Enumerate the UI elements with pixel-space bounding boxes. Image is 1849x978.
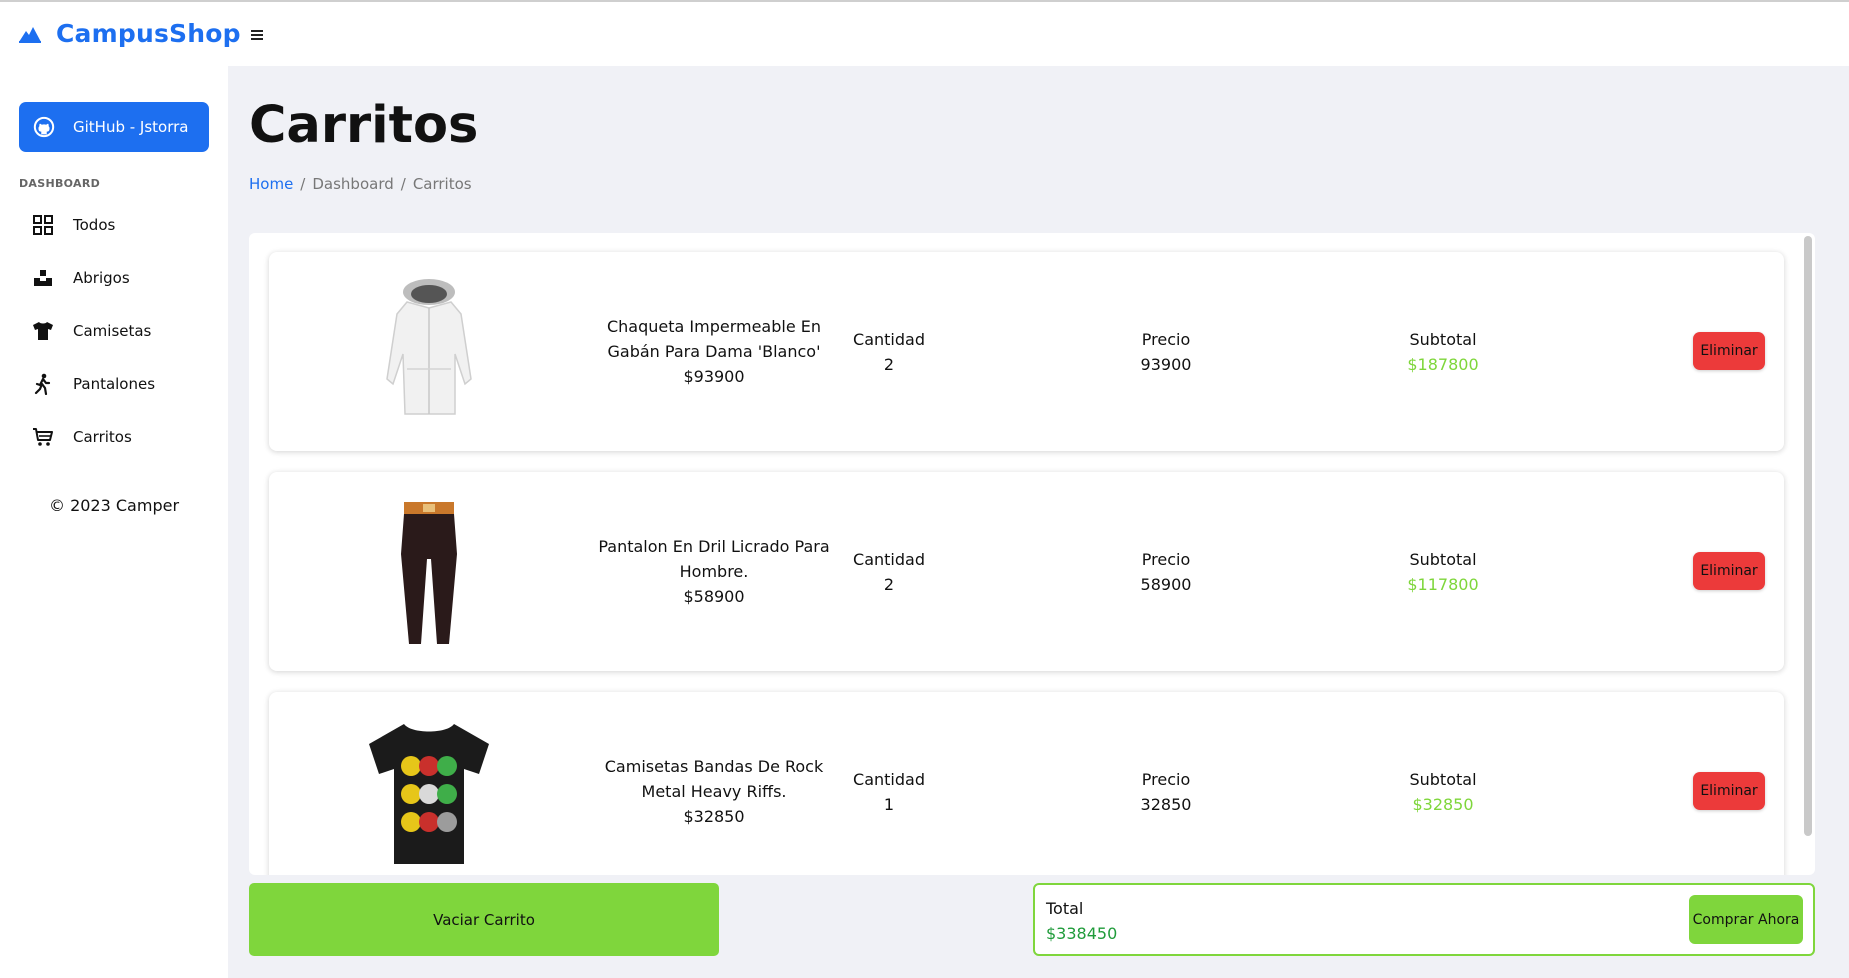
breadcrumb-separator: / <box>400 175 406 193</box>
github-button[interactable]: GitHub - Jstorra <box>19 102 209 152</box>
top-bar: CampusShop <box>0 0 1849 66</box>
box-icon <box>31 266 55 290</box>
section-label: DASHBOARD <box>19 177 101 190</box>
sidebar-item-label: Pantalones <box>73 374 156 393</box>
breadcrumb: Home / Dashboard / Carritos <box>249 175 472 193</box>
item-name: Pantalon En Dril Licrado Para Hombre. $5… <box>598 537 830 606</box>
main-content: Carritos Home / Dashboard / Carritos Cha… <box>228 66 1849 978</box>
sidebar-item-pantalones[interactable]: Pantalones <box>0 357 228 410</box>
shirt-icon <box>31 319 55 343</box>
sidebar: GitHub - Jstorra DASHBOARD Todos Abrigos… <box>0 66 228 978</box>
buy-now-button[interactable]: Comprar Ahora <box>1689 895 1803 944</box>
breadcrumb-current: Carritos <box>412 175 472 193</box>
item-subtotal: Subtotal $32850 <box>1409 769 1477 814</box>
cart-icon <box>31 425 55 449</box>
sidebar-item-label: Camisetas <box>73 321 152 340</box>
hamburger-icon[interactable] <box>250 27 266 43</box>
sidebar-item-label: Abrigos <box>73 268 130 287</box>
cart-item: Camisetas Bandas De Rock Metal Heavy Rif… <box>269 692 1784 875</box>
item-quantity: Cantidad 1 <box>853 769 925 814</box>
cart-list: Chaqueta Impermeable En Gabán Para Dama … <box>249 233 1815 875</box>
scrollbar[interactable] <box>1804 236 1812 836</box>
item-price: Precio 93900 <box>1140 329 1192 374</box>
breadcrumb-separator: / <box>300 175 306 193</box>
total-value: $338450 <box>1046 924 1118 943</box>
brand-name: CampusShop <box>56 19 241 48</box>
mountain-icon <box>19 26 41 43</box>
sidebar-item-label: Todos <box>73 215 116 234</box>
total-label: Total <box>1046 899 1084 918</box>
item-quantity: Cantidad 2 <box>853 329 925 374</box>
item-subtotal: Subtotal $117800 <box>1407 549 1479 594</box>
github-label: GitHub - Jstorra <box>73 118 189 136</box>
item-quantity: Cantidad 2 <box>853 549 925 594</box>
sidebar-item-abrigos[interactable]: Abrigos <box>0 251 228 304</box>
pants-image <box>401 502 457 644</box>
brand[interactable]: CampusShop <box>18 19 241 48</box>
item-price: Precio 58900 <box>1140 549 1192 594</box>
item-subtotal: Subtotal $187800 <box>1407 329 1479 374</box>
sidebar-item-label: Carritos <box>73 427 132 446</box>
total-box: Total $338450 Comprar Ahora <box>1033 883 1815 956</box>
sidebar-item-todos[interactable]: Todos <box>0 198 228 251</box>
sidebar-item-carritos[interactable]: Carritos <box>0 410 228 463</box>
delete-button[interactable]: Eliminar <box>1693 332 1765 370</box>
item-name: Chaqueta Impermeable En Gabán Para Dama … <box>606 317 822 386</box>
item-price: Precio 32850 <box>1140 769 1192 814</box>
walking-icon <box>31 372 55 396</box>
delete-button[interactable]: Eliminar <box>1693 552 1765 590</box>
sidebar-nav: Todos Abrigos Camisetas Pantalones Carri… <box>0 198 228 463</box>
delete-button[interactable]: Eliminar <box>1693 772 1765 810</box>
jacket-image <box>386 279 472 415</box>
tshirt-image <box>369 724 489 864</box>
copyright: © 2023 Camper <box>48 496 180 515</box>
breadcrumb-home[interactable]: Home <box>249 175 293 193</box>
cart-item: Chaqueta Impermeable En Gabán Para Dama … <box>269 252 1784 451</box>
grid-icon <box>31 213 55 237</box>
empty-cart-button[interactable]: Vaciar Carrito <box>249 883 719 956</box>
sidebar-item-camisetas[interactable]: Camisetas <box>0 304 228 357</box>
breadcrumb-dashboard[interactable]: Dashboard <box>312 175 393 193</box>
github-icon <box>33 116 55 138</box>
cart-item: Pantalon En Dril Licrado Para Hombre. $5… <box>269 472 1784 671</box>
item-name: Camisetas Bandas De Rock Metal Heavy Rif… <box>604 757 824 826</box>
page-title: Carritos <box>249 96 479 155</box>
